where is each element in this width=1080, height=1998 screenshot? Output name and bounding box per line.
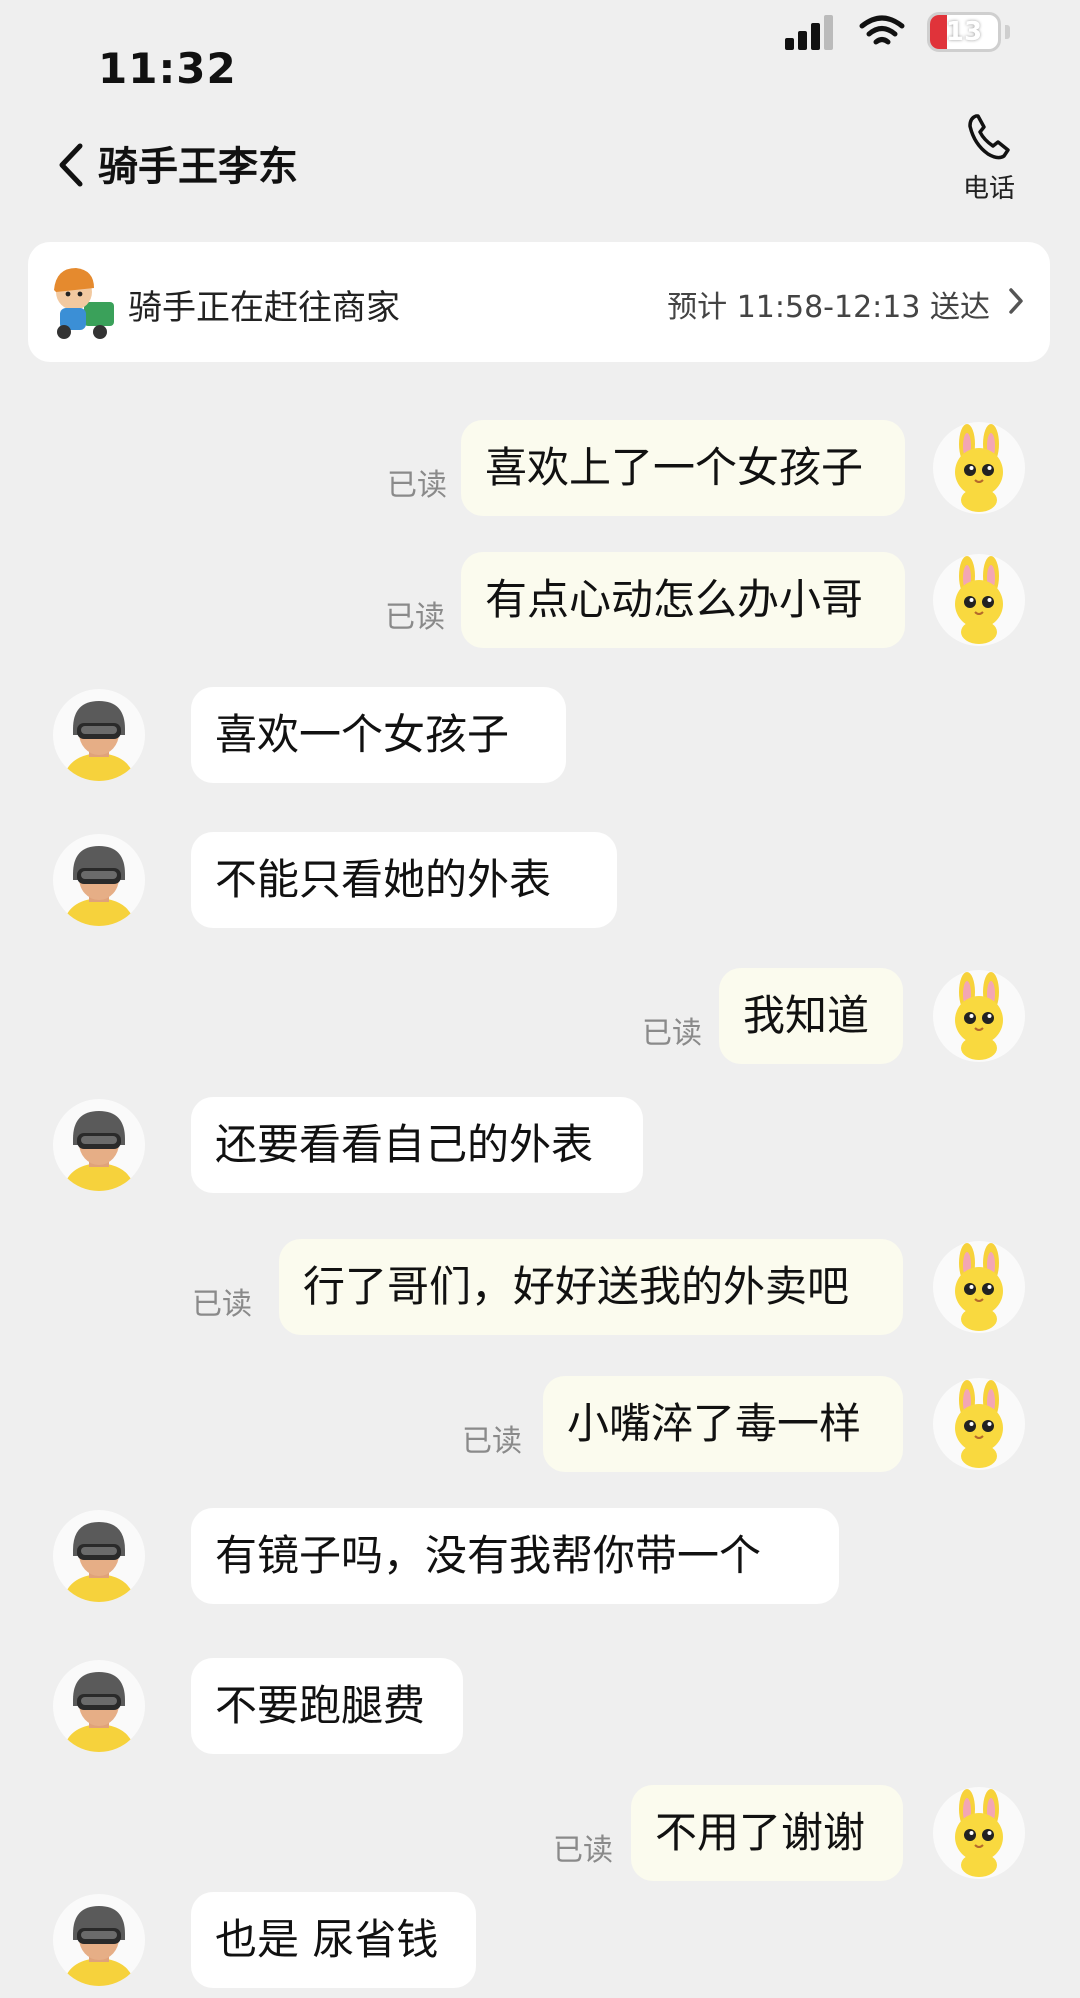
message-bubble[interactable]: 有镜子吗，没有我帮你带一个	[191, 1508, 839, 1604]
message-bubble[interactable]: 不用了谢谢	[631, 1785, 903, 1881]
rider-illustration-icon	[54, 268, 114, 339]
message-received: 不要跑腿费	[0, 1658, 1080, 1760]
user-avatar[interactable]	[933, 422, 1025, 514]
message-sent: 小嘴淬了毒一样 已读	[0, 1376, 1080, 1478]
user-avatar[interactable]	[933, 1787, 1025, 1879]
delivery-status-text: 骑手正在赶往商家	[128, 288, 400, 328]
message-received: 也是 尿省钱	[0, 1892, 1080, 1994]
battery-icon: 13	[927, 12, 1001, 52]
chat-header: 骑手王李东 电话	[0, 114, 1080, 228]
rider-avatar[interactable]	[53, 689, 145, 781]
rider-avatar[interactable]	[53, 1660, 145, 1752]
chat-title: 骑手王李东	[98, 144, 298, 190]
message-sent: 我知道 已读	[0, 968, 1080, 1070]
read-receipt: 已读	[462, 1424, 522, 1459]
message-bubble[interactable]: 行了哥们，好好送我的外卖吧	[279, 1239, 903, 1335]
message-sent: 不用了谢谢 已读	[0, 1785, 1080, 1887]
message-received: 不能只看她的外表	[0, 832, 1080, 934]
message-bubble[interactable]: 也是 尿省钱	[191, 1892, 476, 1988]
rider-avatar[interactable]	[53, 1099, 145, 1191]
user-avatar[interactable]	[933, 1241, 1025, 1333]
delivery-status-card[interactable]: 骑手正在赶往商家 预计 11:58-12:13 送达	[28, 242, 1050, 362]
message-sent: 有点心动怎么办小哥 已读	[0, 552, 1080, 654]
read-receipt: 已读	[192, 1287, 252, 1322]
message-received: 有镜子吗，没有我帮你带一个	[0, 1508, 1080, 1610]
rider-avatar[interactable]	[53, 1510, 145, 1602]
message-bubble[interactable]: 还要看看自己的外表	[191, 1097, 643, 1193]
read-receipt: 已读	[387, 468, 447, 503]
status-icons: 13	[785, 12, 1010, 52]
phone-button[interactable]: 电话	[944, 110, 1034, 205]
signal-icon	[785, 15, 833, 50]
user-avatar[interactable]	[933, 970, 1025, 1062]
read-receipt: 已读	[642, 1016, 702, 1051]
phone-icon	[968, 114, 1010, 160]
message-bubble[interactable]: 喜欢一个女孩子	[191, 687, 566, 783]
message-bubble[interactable]: 不能只看她的外表	[191, 832, 617, 928]
user-avatar[interactable]	[933, 1378, 1025, 1470]
chevron-right-icon	[1009, 288, 1023, 314]
status-time: 11:32	[98, 44, 237, 93]
rider-avatar[interactable]	[53, 1894, 145, 1986]
read-receipt: 已读	[385, 600, 445, 635]
message-sent: 行了哥们，好好送我的外卖吧 已读	[0, 1239, 1080, 1341]
message-bubble[interactable]: 小嘴淬了毒一样	[543, 1376, 903, 1472]
phone-label: 电话	[962, 174, 1015, 204]
message-bubble[interactable]: 我知道	[719, 968, 903, 1064]
wifi-icon	[859, 15, 905, 45]
battery-level: 13	[945, 17, 983, 47]
message-bubble[interactable]: 不要跑腿费	[191, 1658, 463, 1754]
message-received: 喜欢一个女孩子	[0, 687, 1080, 789]
battery-tip	[1005, 25, 1010, 39]
back-arrow-icon[interactable]	[52, 140, 92, 190]
read-receipt: 已读	[553, 1833, 613, 1868]
message-bubble[interactable]: 有点心动怎么办小哥	[461, 552, 905, 648]
status-bar: 11:32 13	[0, 0, 1080, 110]
rider-avatar[interactable]	[53, 834, 145, 926]
message-received: 还要看看自己的外表	[0, 1097, 1080, 1199]
user-avatar[interactable]	[933, 554, 1025, 646]
delivery-eta: 预计 11:58-12:13 送达	[667, 290, 990, 325]
message-sent: 喜欢上了一个女孩子 已读	[0, 420, 1080, 522]
message-bubble[interactable]: 喜欢上了一个女孩子	[461, 420, 905, 516]
